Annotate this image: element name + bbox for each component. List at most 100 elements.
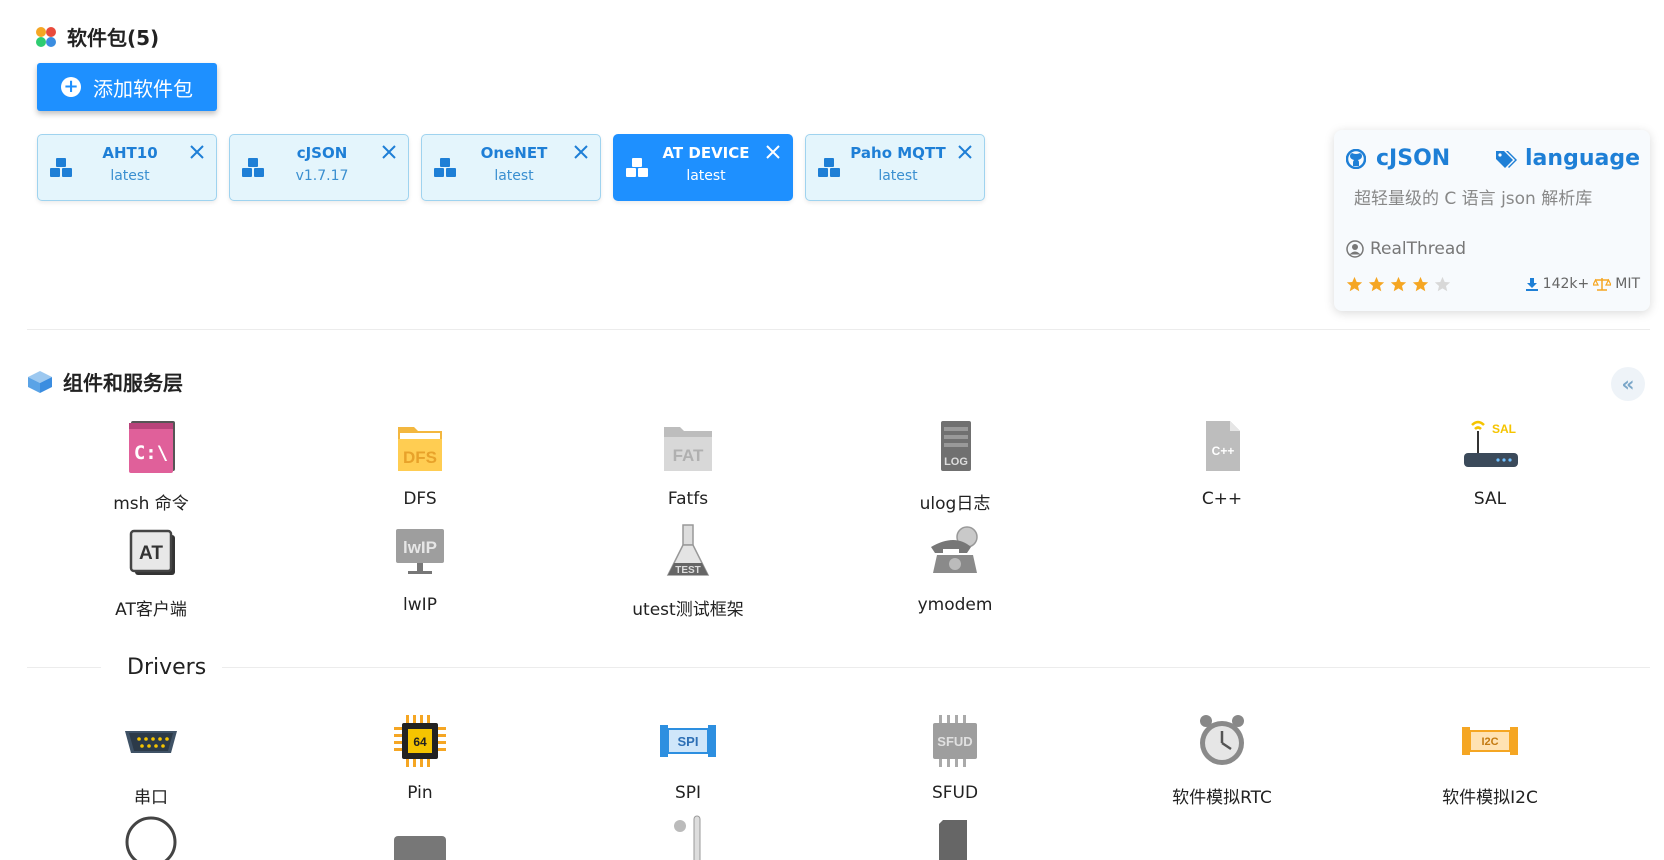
package-name: cJSON <box>296 144 348 162</box>
component-ulog[interactable]: LOG ulog日志 <box>855 415 1055 514</box>
telephone-icon <box>931 526 978 573</box>
detail-stats: 142k+ MIT <box>1525 276 1640 292</box>
package-name: OneNET <box>480 144 548 162</box>
detail-author-name: RealThread <box>1370 239 1467 259</box>
drivers-divider-right <box>222 667 1650 668</box>
close-icon[interactable] <box>380 143 398 161</box>
plus-circle-icon: + <box>61 77 81 97</box>
github-icon <box>1346 148 1366 169</box>
star-icon <box>1368 276 1385 292</box>
package-version: v1.7.17 <box>295 168 349 184</box>
lwip-monitor-icon: lwIP <box>396 529 444 574</box>
app-grid-icon <box>36 26 56 47</box>
component-label: AT客户端 <box>115 600 187 620</box>
license: MIT <box>1615 276 1640 292</box>
add-package-label: 添加软件包 <box>93 76 193 101</box>
detail-tag[interactable]: language <box>1495 146 1640 171</box>
component-cpp[interactable]: C++ C++ <box>1122 415 1322 509</box>
component-sal[interactable]: SAL SAL <box>1390 415 1590 509</box>
close-icon[interactable] <box>188 143 206 161</box>
driver-sfud[interactable]: SFUD SFUD <box>855 709 1055 803</box>
component-lwip[interactable]: lwIP lwIP <box>320 521 520 615</box>
detail-title[interactable]: cJSON <box>1346 146 1450 171</box>
cubes-icon <box>818 158 840 177</box>
component-dfs[interactable]: DFS DFS <box>320 415 520 509</box>
driver-partial-3[interactable] <box>588 810 788 860</box>
star-icon <box>1346 276 1363 292</box>
package-card-onenet[interactable]: OneNET latest <box>421 134 601 201</box>
sfud-chip-icon: SFUD <box>933 715 977 767</box>
driver-partial-2[interactable] <box>320 810 520 860</box>
svg-text:64: 64 <box>413 735 427 749</box>
driver-spi[interactable]: SPI SPI <box>588 709 788 803</box>
sensor-icon <box>674 815 701 860</box>
svg-text:SAL: SAL <box>1492 422 1516 436</box>
cubes-icon <box>242 158 264 177</box>
msh-cmd-icon: C:\ <box>129 421 175 473</box>
star-icon <box>1412 276 1429 292</box>
component-label: ymodem <box>917 595 993 615</box>
driver-label: 软件模拟I2C <box>1442 788 1538 808</box>
component-label: C++ <box>1201 489 1243 509</box>
driver-label: SPI <box>674 783 702 803</box>
package-card-aht10[interactable]: AHT10 latest <box>37 134 217 201</box>
svg-text:AT: AT <box>139 543 163 564</box>
close-icon[interactable] <box>764 143 782 161</box>
svg-text:SFUD: SFUD <box>937 734 972 749</box>
cubes-icon <box>434 158 456 177</box>
component-label: ulog日志 <box>919 494 991 514</box>
close-icon[interactable] <box>956 143 974 161</box>
log-file-icon: LOG <box>941 421 971 471</box>
rating-stars <box>1346 276 1451 293</box>
component-msh[interactable]: C:\ msh 命令 <box>51 415 251 514</box>
component-label: lwIP <box>403 595 437 615</box>
dfs-folder-icon: DFS <box>398 427 442 471</box>
sd-card-icon <box>939 820 967 860</box>
driver-soft-rtc[interactable]: 软件模拟RTC <box>1122 709 1322 808</box>
divider <box>27 329 1650 330</box>
packages-title: 软件包(5) <box>67 26 160 50</box>
package-version: latest <box>494 168 534 184</box>
package-name: AT DEVICE <box>662 144 750 162</box>
component-label: msh 命令 <box>113 494 189 514</box>
add-package-button[interactable]: + 添加软件包 <box>37 63 217 111</box>
svg-text:DFS: DFS <box>403 448 437 467</box>
detail-tag-label: language <box>1525 146 1640 171</box>
component-ymodem[interactable]: ymodem <box>855 521 1055 615</box>
drivers-divider-left <box>27 667 101 668</box>
router-icon: SAL <box>1464 420 1518 467</box>
chip-icon: 64 <box>394 715 446 767</box>
double-chevron-left-icon: « <box>1621 372 1635 396</box>
package-card-cjson[interactable]: cJSON v1.7.17 <box>229 134 409 201</box>
package-detail-card[interactable]: cJSON language 超轻量级的 C 语言 json 解析库 RealT… <box>1334 130 1650 311</box>
star-icon <box>1390 276 1407 292</box>
package-name: AHT10 <box>102 144 158 162</box>
driver-serial[interactable]: 串口 <box>51 709 251 808</box>
component-fatfs[interactable]: FAT Fatfs <box>588 415 788 509</box>
spi-icon: SPI <box>660 725 716 757</box>
close-icon[interactable] <box>572 143 590 161</box>
component-utest[interactable]: TEST utest测试框架 <box>588 521 788 620</box>
svg-text:TEST: TEST <box>675 565 701 576</box>
collapse-button[interactable]: « <box>1611 367 1645 401</box>
driver-label: 串口 <box>134 788 168 808</box>
components-title: 组件和服务层 <box>63 371 183 395</box>
driver-soft-i2c[interactable]: I2C 软件模拟I2C <box>1390 709 1590 808</box>
package-card-paho-mqtt[interactable]: Paho MQTT latest <box>805 134 985 201</box>
driver-label: SFUD <box>931 783 979 803</box>
component-label: Fatfs <box>667 489 709 509</box>
packages-header: 软件包(5) <box>35 22 159 51</box>
package-card-at-device[interactable]: AT DEVICE latest <box>613 134 793 201</box>
driver-label: Pin <box>407 783 433 803</box>
driver-pin[interactable]: 64 Pin <box>320 709 520 803</box>
driver-partial-4[interactable] <box>855 810 1055 860</box>
i2c-icon: I2C <box>1462 727 1518 755</box>
driver-partial-1[interactable] <box>51 810 251 860</box>
device-icon <box>394 836 446 860</box>
svg-text:SPI: SPI <box>678 734 699 749</box>
at-client-icon: AT <box>129 529 175 575</box>
package-version: latest <box>110 168 150 184</box>
component-at-client[interactable]: AT AT客户端 <box>51 521 251 620</box>
cubes-icon <box>50 158 72 177</box>
box-icon <box>28 370 52 393</box>
